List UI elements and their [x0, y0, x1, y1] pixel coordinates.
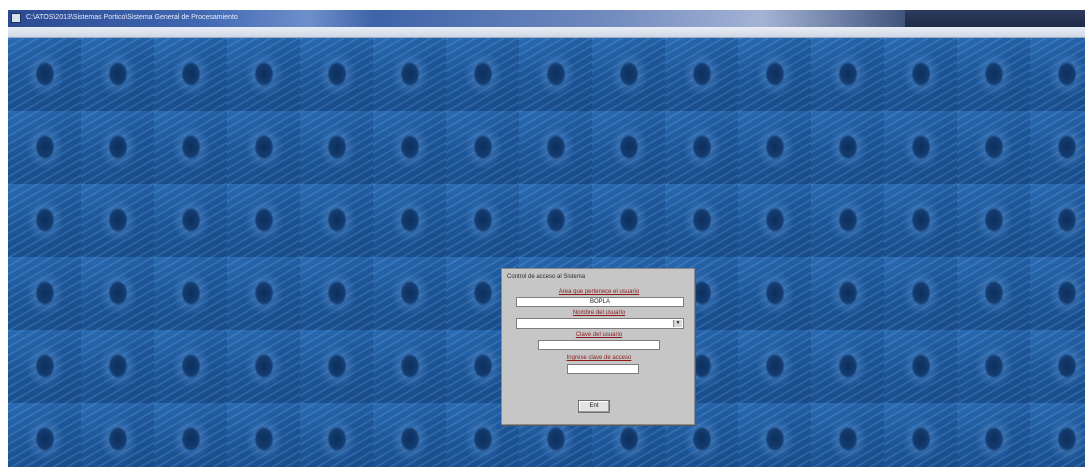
- enter-button[interactable]: Ent: [578, 400, 610, 413]
- app-icon: [11, 13, 21, 23]
- user-combobox[interactable]: ▼: [516, 318, 684, 329]
- password-label: Clave del usuario: [575, 332, 623, 338]
- user-label: Nombre del usuario: [572, 310, 626, 316]
- password-field[interactable]: [538, 340, 660, 350]
- chevron-down-icon[interactable]: ▼: [673, 320, 682, 327]
- titlebar-controls-area: [905, 10, 1085, 27]
- access-code-label: Ingrese clave de acceso: [566, 355, 632, 361]
- access-code-field[interactable]: [567, 364, 639, 374]
- window-titlebar[interactable]: C:\ATOS\2013\Sistemas Portico\Sistema Ge…: [8, 10, 1085, 27]
- area-label: Area que pertenece el usuario: [558, 289, 640, 295]
- menu-bar: [8, 27, 1085, 38]
- login-dialog: Control de acceso al Sistema Area que pe…: [501, 268, 695, 425]
- dialog-title: Control de acceso al Sistema: [507, 274, 586, 280]
- window-title: C:\ATOS\2013\Sistemas Portico\Sistema Ge…: [26, 14, 238, 21]
- area-field[interactable]: BOPLA: [516, 297, 684, 307]
